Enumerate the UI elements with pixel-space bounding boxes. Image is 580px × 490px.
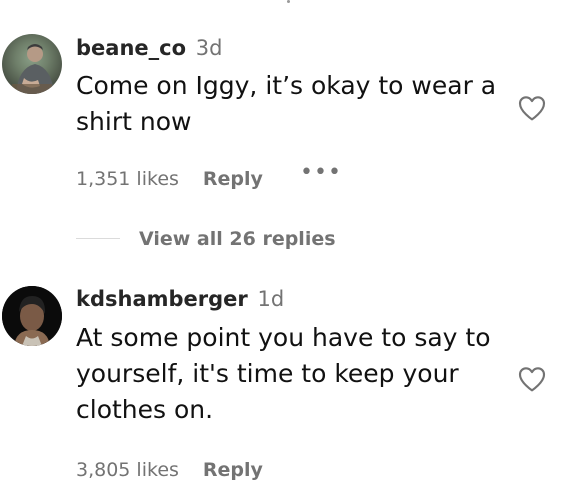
- comment-text: Come on Iggy, it’s okay to wear a shirt …: [76, 71, 497, 136]
- more-options-icon[interactable]: •••: [300, 161, 342, 185]
- divider: [76, 238, 120, 239]
- avatar[interactable]: [2, 34, 62, 94]
- username[interactable]: beane_co: [76, 36, 186, 60]
- reply-button[interactable]: Reply: [203, 168, 263, 190]
- timestamp[interactable]: 1d: [257, 287, 284, 311]
- avatar[interactable]: [2, 286, 62, 346]
- comment-meta: 3,805 likes Reply: [76, 458, 263, 482]
- username[interactable]: kdshamberger: [76, 287, 248, 311]
- comment-header: beane_co 3d: [76, 35, 222, 61]
- reply-button[interactable]: Reply: [203, 459, 263, 481]
- comment-meta: 1,351 likes Reply •••: [76, 161, 341, 191]
- comment-header: kdshamberger 1d: [76, 286, 284, 312]
- scroll-indicator-dot: [287, 0, 290, 3]
- comment-text: At some point you have to say to yoursel…: [76, 323, 491, 424]
- heart-icon[interactable]: [516, 92, 548, 124]
- timestamp[interactable]: 3d: [196, 36, 223, 60]
- view-replies-label: View all 26 replies: [139, 228, 336, 250]
- like-count[interactable]: 3,805 likes: [76, 459, 179, 481]
- heart-icon[interactable]: [516, 363, 548, 395]
- like-count[interactable]: 1,351 likes: [76, 168, 179, 190]
